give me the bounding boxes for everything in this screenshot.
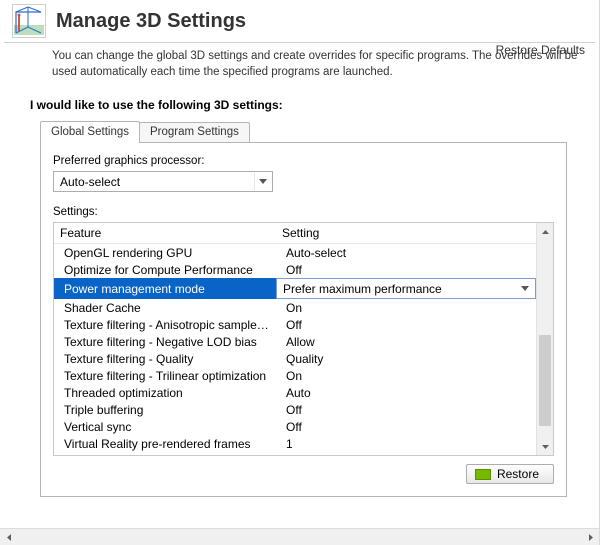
settings-row-feature: Vertical sync xyxy=(54,420,276,434)
settings-row-feature: Texture filtering - Negative LOD bias xyxy=(54,335,276,349)
settings-row-setting: Auto xyxy=(276,386,536,400)
settings-row[interactable]: Texture filtering - QualityQuality xyxy=(54,350,536,367)
settings-row-select-value: Prefer maximum performance xyxy=(283,282,442,296)
nvidia-icon xyxy=(475,469,491,480)
settings-row-feature: Texture filtering - Quality xyxy=(54,352,276,366)
scroll-track-h[interactable] xyxy=(17,529,582,545)
tab-strip: Global Settings Program Settings xyxy=(40,120,567,142)
settings-row-feature: Power management mode xyxy=(54,278,276,299)
settings-row-feature: Threaded optimization xyxy=(54,386,276,400)
scroll-down-arrow-icon[interactable] xyxy=(537,438,553,455)
settings-row[interactable]: Triple bufferingOff xyxy=(54,401,536,418)
scroll-right-arrow-icon[interactable] xyxy=(582,529,599,545)
column-header-feature[interactable]: Feature xyxy=(54,223,276,243)
settings-row-feature: OpenGL rendering GPU xyxy=(54,246,276,260)
settings-row[interactable]: Power management mode Prefer maximum perf… xyxy=(54,278,536,299)
settings-label: Settings: xyxy=(53,206,554,218)
restore-button-label: Restore xyxy=(497,467,539,481)
settings-rows: OpenGL rendering GPUAuto-selectOptimize … xyxy=(54,244,536,452)
settings-row[interactable]: Texture filtering - Negative LOD biasAll… xyxy=(54,333,536,350)
settings-row-select[interactable]: Prefer maximum performance xyxy=(276,278,536,299)
chevron-down-icon xyxy=(517,280,533,297)
tab-area: Global Settings Program Settings Preferr… xyxy=(40,120,567,497)
page-title: Manage 3D Settings xyxy=(56,10,246,33)
settings-row-setting: On xyxy=(276,369,536,383)
scroll-thumb[interactable] xyxy=(539,335,551,426)
settings-row-setting: Quality xyxy=(276,352,536,366)
settings-row-setting: Off xyxy=(276,403,536,417)
tab-program-settings[interactable]: Program Settings xyxy=(139,122,250,142)
settings-row-feature: Texture filtering - Trilinear optimizati… xyxy=(54,369,276,383)
settings-row-setting: Prefer maximum performance xyxy=(276,278,536,299)
settings-row-setting: Off xyxy=(276,263,536,277)
chevron-down-icon xyxy=(254,173,270,190)
tab-panel-global: Preferred graphics processor: Auto-selec… xyxy=(40,142,567,497)
app-logo-icon xyxy=(12,4,46,38)
settings-row[interactable]: OpenGL rendering GPUAuto-select xyxy=(54,244,536,261)
tab-global-settings[interactable]: Global Settings xyxy=(40,121,140,143)
settings-row-setting: Off xyxy=(276,318,536,332)
settings-row-feature: Shader Cache xyxy=(54,301,276,315)
header-row: Manage 3D Settings xyxy=(12,4,587,38)
settings-row[interactable]: Threaded optimizationAuto xyxy=(54,384,536,401)
restore-row: Restore xyxy=(53,464,554,484)
restore-defaults-link[interactable]: Restore Defaults xyxy=(496,43,585,57)
restore-button[interactable]: Restore xyxy=(466,464,554,484)
settings-row[interactable]: Texture filtering - Anisotropic sample o… xyxy=(54,316,536,333)
settings-row[interactable]: Optimize for Compute PerformanceOff xyxy=(54,261,536,278)
settings-row-setting: Auto-select xyxy=(276,246,536,260)
section-label: I would like to use the following 3D set… xyxy=(0,86,599,120)
preferred-processor-select[interactable]: Auto-select xyxy=(53,171,273,192)
settings-row[interactable]: Shader CacheOn xyxy=(54,299,536,316)
settings-row-feature: Texture filtering - Anisotropic sample o… xyxy=(54,318,276,332)
settings-row[interactable]: Virtual Reality pre-rendered frames1 xyxy=(54,435,536,452)
horizontal-scrollbar[interactable] xyxy=(0,528,599,545)
settings-row-setting: On xyxy=(276,301,536,315)
scroll-left-arrow-icon[interactable] xyxy=(0,529,17,545)
page-root: Manage 3D Settings Restore Defaults You … xyxy=(0,0,599,545)
scroll-track[interactable] xyxy=(537,240,553,438)
header: Manage 3D Settings Restore Defaults xyxy=(0,0,599,40)
settings-row-setting: Allow xyxy=(276,335,536,349)
scroll-up-arrow-icon[interactable] xyxy=(537,223,553,240)
settings-row-feature: Triple buffering xyxy=(54,403,276,417)
settings-grid: Feature Setting OpenGL rendering GPUAuto… xyxy=(53,222,554,456)
settings-row-setting: 1 xyxy=(276,437,536,451)
preferred-processor-value: Auto-select xyxy=(60,175,120,189)
settings-row-feature: Virtual Reality pre-rendered frames xyxy=(54,437,276,451)
settings-row[interactable]: Vertical syncOff xyxy=(54,418,536,435)
settings-grid-header: Feature Setting xyxy=(54,223,536,244)
preferred-processor-label: Preferred graphics processor: xyxy=(53,155,554,167)
column-header-setting[interactable]: Setting xyxy=(276,223,536,243)
settings-grid-body: Feature Setting OpenGL rendering GPUAuto… xyxy=(54,223,536,455)
vertical-scrollbar[interactable] xyxy=(536,223,553,455)
settings-row-setting: Off xyxy=(276,420,536,434)
settings-row-feature: Optimize for Compute Performance xyxy=(54,263,276,277)
settings-row[interactable]: Texture filtering - Trilinear optimizati… xyxy=(54,367,536,384)
